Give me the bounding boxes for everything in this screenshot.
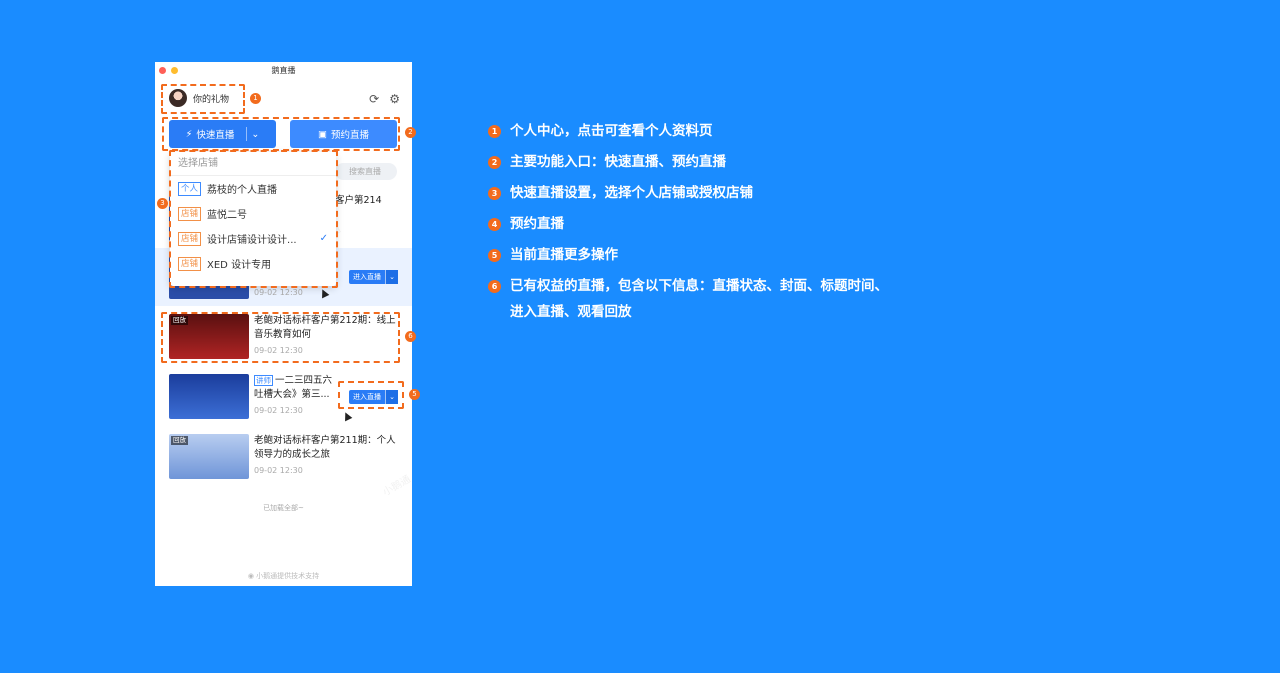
annotation-number-5: 5 [409, 389, 420, 400]
legend-item: 2 主要功能入口：快速直播、预约直播 [488, 149, 890, 175]
window-title: 鹅直播 [271, 66, 296, 75]
search-input[interactable]: 搜索直播 [335, 163, 397, 180]
settings-icon[interactable]: ⚙ [389, 92, 400, 106]
annotation-box-2 [162, 117, 400, 151]
legend-number: 4 [488, 218, 501, 231]
shield-icon: ◉ [247, 572, 254, 580]
close-window-button[interactable] [159, 67, 166, 74]
search-placeholder: 搜索直播 [349, 167, 381, 176]
lecturer-label: 讲师 [254, 375, 273, 386]
title-bar: 鹅直播 [155, 62, 412, 80]
legend-number: 6 [488, 280, 501, 293]
live-title: 讲师 一二三四五六吐槽大会》第三... [254, 374, 336, 402]
list-item[interactable]: 回放 老鲍对话标杆客户第211期：个人领导力的成长之旅 09-02 12:30 [155, 428, 412, 486]
annotation-box-5 [338, 381, 404, 409]
legend-item: 1 个人中心，点击可查看个人资料页 [488, 118, 890, 144]
annotation-number-3: 3 [157, 198, 168, 209]
legend-item: 5 当前直播更多操作 [488, 242, 890, 268]
live-time: 09-02 12:30 [254, 288, 303, 297]
legend-number: 1 [488, 125, 501, 138]
legend-text: 主要功能入口：快速直播、预约直播 [510, 154, 726, 170]
live-cover[interactable] [169, 374, 249, 419]
legend-item: 3 快速直播设置，选择个人店铺或授权店铺 [488, 180, 890, 206]
loaded-all-text: 已加载全部~ [263, 504, 304, 512]
annotation-box-6 [161, 312, 400, 363]
legend-text: 预约直播 [510, 216, 564, 232]
refresh-icon[interactable]: ⟳ [369, 92, 379, 106]
legend-item: 4 预约直播 [488, 211, 890, 237]
legend-text: 快速直播设置，选择个人店铺或授权店铺 [510, 185, 753, 201]
legend-number: 3 [488, 187, 501, 200]
legend-item: 6 已有权益的直播，包含以下信息：直播状态、封面、标题时间、进入直播、观看回放 [488, 273, 890, 325]
live-time: 09-02 12:30 [254, 406, 303, 415]
annotation-box-3 [169, 150, 338, 288]
annotation-box-1 [161, 84, 245, 114]
live-title: 老鲍对话标杆客户第211期：个人领导力的成长之旅 [254, 435, 396, 460]
legend-number: 5 [488, 249, 501, 262]
legend-number: 2 [488, 156, 501, 169]
annotation-number-1: 1 [250, 93, 261, 104]
live-title: 客户第214 [335, 195, 382, 206]
annotation-number-6: 6 [405, 331, 416, 342]
legend-list: 1 个人中心，点击可查看个人资料页 2 主要功能入口：快速直播、预约直播 3 快速直播… [488, 118, 890, 330]
legend-text: 个人中心，点击可查看个人资料页 [510, 123, 713, 139]
legend-text: 已有权益的直播，包含以下信息：直播状态、封面、标题时间、进入直播、观看回放 [510, 278, 888, 320]
legend-text: 当前直播更多操作 [510, 247, 618, 263]
replay-badge: 回放 [171, 436, 188, 445]
top-icons: ⟳ ⚙ [369, 92, 400, 106]
enter-live-button[interactable]: 进入直播 ⌄ [349, 270, 398, 284]
minimize-window-button[interactable] [171, 67, 178, 74]
annotation-number-2: 2 [405, 127, 416, 138]
footer-text: ◉ 小鹅通提供技术支持 [155, 571, 412, 581]
chevron-down-icon[interactable]: ⌄ [385, 270, 398, 284]
live-time: 09-02 12:30 [254, 466, 303, 475]
footer-label: 小鹅通提供技术支持 [256, 572, 320, 580]
enter-live-label: 进入直播 [353, 273, 381, 281]
live-cover[interactable]: 回放 [169, 434, 249, 479]
